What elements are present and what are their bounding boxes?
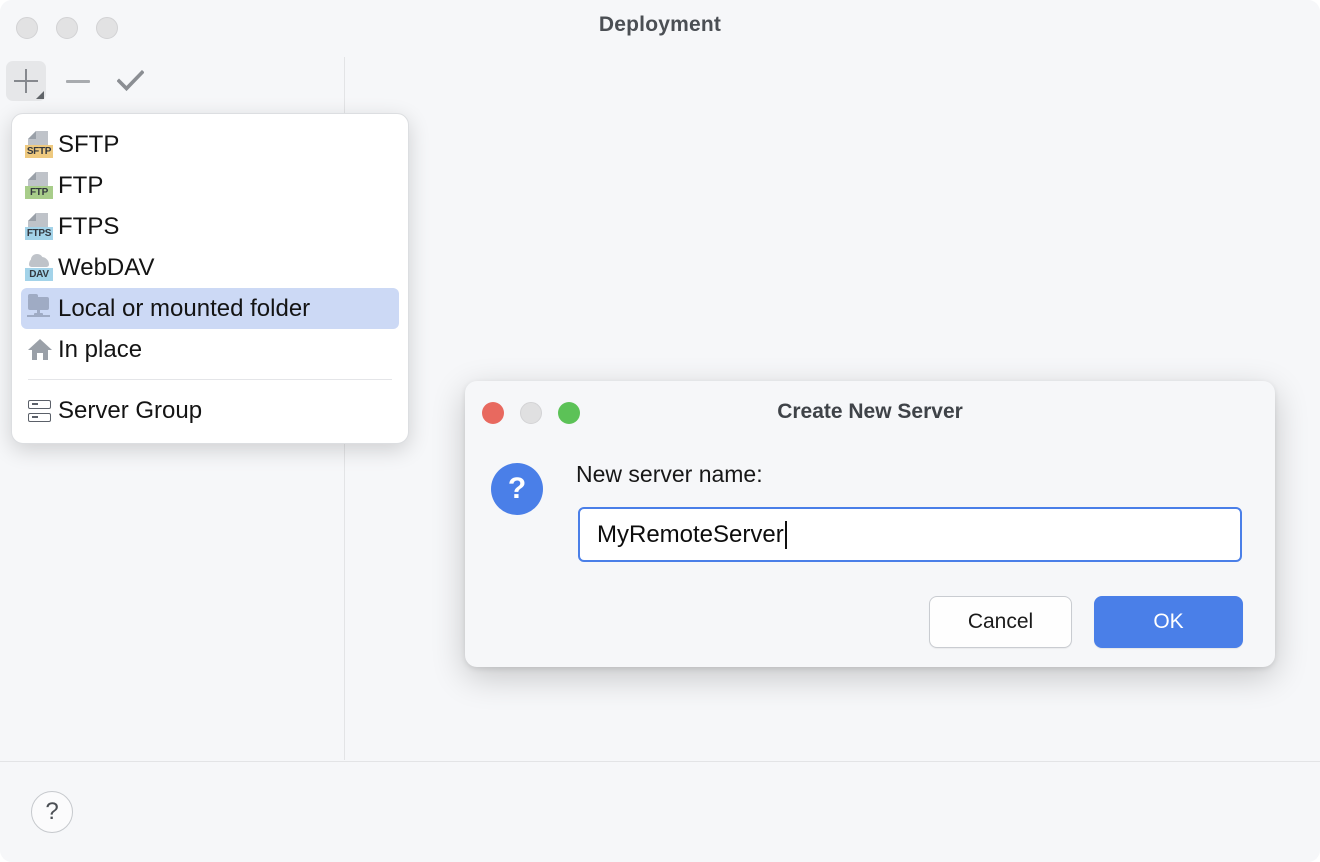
menu-item-label: WebDAV [58, 256, 154, 280]
menu-item-server-group[interactable]: Server Group [21, 390, 399, 431]
remove-server-button[interactable] [58, 61, 98, 101]
menu-item-webdav[interactable]: DAV WebDAV [21, 247, 399, 288]
local-folder-icon [25, 294, 53, 324]
menu-item-ftps[interactable]: FTPS FTPS [21, 206, 399, 247]
create-new-server-dialog: Create New Server ? New server name: MyR… [465, 381, 1275, 667]
plus-icon-vertical [25, 69, 27, 93]
question-mark-icon: ? [491, 463, 543, 515]
help-button[interactable]: ? [31, 791, 73, 833]
menu-item-in-place[interactable]: In place [21, 329, 399, 370]
ftps-server-icon: FTPS [25, 212, 53, 242]
dialog-title: Create New Server [465, 400, 1275, 424]
deployment-window: Deployment SFTP SFTP [0, 0, 1320, 862]
sftp-server-icon: SFTP [25, 130, 53, 160]
page-title: Deployment [0, 13, 1320, 37]
server-name-input-value: MyRemoteServer [597, 521, 784, 549]
checkmark-icon [117, 70, 144, 93]
add-server-dropdown-menu: SFTP SFTP FTP FTP FTPS FTPS DAV WebDAV [11, 113, 409, 444]
menu-item-label: Server Group [58, 399, 202, 423]
add-server-button[interactable] [6, 61, 46, 101]
menu-item-ftp[interactable]: FTP FTP [21, 165, 399, 206]
menu-item-local-or-mounted-folder[interactable]: Local or mounted folder [21, 288, 399, 329]
menu-item-sftp[interactable]: SFTP SFTP [21, 124, 399, 165]
window-titlebar: Deployment [0, 0, 1320, 55]
home-icon [25, 335, 53, 365]
server-group-icon [25, 396, 53, 426]
servers-toolbar [0, 55, 345, 110]
menu-item-label: FTPS [58, 215, 119, 239]
window-footer: ? Cancel OK [0, 762, 1320, 862]
dialog-ok-button[interactable]: OK [1094, 596, 1243, 648]
minus-icon [66, 80, 90, 83]
server-name-input[interactable]: MyRemoteServer [578, 507, 1242, 562]
dialog-cancel-button[interactable]: Cancel [929, 596, 1072, 648]
text-cursor [785, 521, 787, 549]
menu-item-label: FTP [58, 174, 103, 198]
menu-separator [28, 379, 392, 380]
menu-item-label: SFTP [58, 133, 119, 157]
dropdown-corner-indicator-icon [36, 91, 44, 99]
menu-item-label: In place [58, 338, 142, 362]
menu-item-label: Local or mounted folder [58, 297, 310, 321]
webdav-cloud-icon: DAV [25, 253, 53, 283]
ftp-server-icon: FTP [25, 171, 53, 201]
server-name-label: New server name: [576, 461, 763, 488]
apply-button[interactable] [110, 61, 150, 101]
